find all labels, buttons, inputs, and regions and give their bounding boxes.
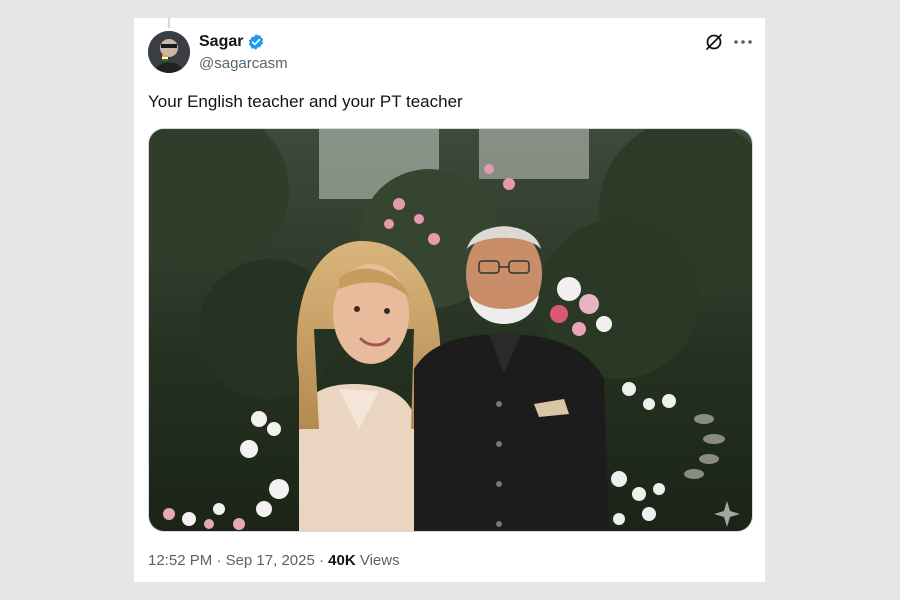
tweet-date[interactable]: Sep 17, 2025 <box>226 552 315 569</box>
avatar[interactable] <box>148 31 190 73</box>
tweet-text: Your English teacher and your PT teacher <box>148 92 463 111</box>
views-count: 40K <box>328 552 356 569</box>
more-icon[interactable] <box>732 32 754 52</box>
author-name-row[interactable]: Sagar <box>199 32 265 52</box>
display-name[interactable]: Sagar <box>199 33 243 51</box>
grok-icon[interactable] <box>704 32 724 52</box>
tweet-time[interactable]: 12:52 PM <box>148 552 212 569</box>
author-handle[interactable]: @sagarcasm <box>199 55 288 72</box>
views-label: Views <box>359 552 400 569</box>
tweet-meta: 12:52 PM · Sep 17, 2025 · 40K Views <box>148 552 400 569</box>
meta-separator: · <box>318 552 324 569</box>
thread-connector-line <box>168 18 170 28</box>
tweet-media-photo[interactable] <box>148 128 753 532</box>
meta-separator: · <box>216 552 222 569</box>
verified-badge-icon <box>247 33 265 51</box>
